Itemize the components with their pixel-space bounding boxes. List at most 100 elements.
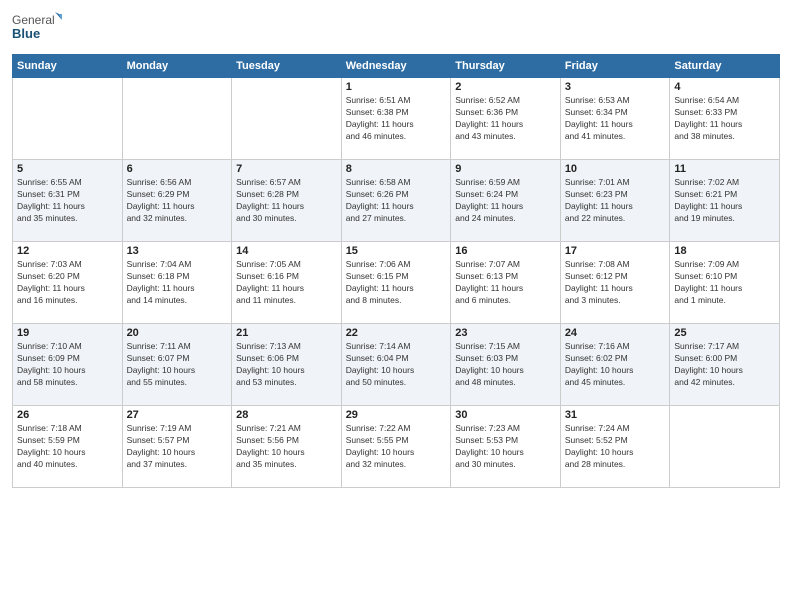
- day-number: 23: [455, 327, 556, 339]
- day-number: 28: [236, 409, 337, 421]
- calendar-cell: 19Sunrise: 7:10 AM Sunset: 6:09 PM Dayli…: [13, 324, 123, 406]
- calendar-cell: 22Sunrise: 7:14 AM Sunset: 6:04 PM Dayli…: [341, 324, 451, 406]
- day-number: 18: [674, 245, 775, 257]
- svg-text:Blue: Blue: [12, 26, 40, 41]
- calendar-cell: [670, 406, 780, 488]
- day-info: Sunrise: 7:03 AM Sunset: 6:20 PM Dayligh…: [17, 259, 118, 307]
- calendar-cell: 1Sunrise: 6:51 AM Sunset: 6:38 PM Daylig…: [341, 78, 451, 160]
- day-info: Sunrise: 7:11 AM Sunset: 6:07 PM Dayligh…: [127, 341, 228, 389]
- calendar-cell: 23 Sunrise: 7:15 AM Sunset: 6:03 PM Dayli…: [451, 324, 561, 406]
- calendar-header-tuesday: Tuesday: [232, 55, 342, 78]
- day-number: 6: [127, 163, 228, 175]
- calendar-cell: 8 Sunrise: 6:58 AM Sunset: 6:26 PM Daylig…: [341, 160, 451, 242]
- day-number: 27: [127, 409, 228, 421]
- calendar-header-wednesday: Wednesday: [341, 55, 451, 78]
- day-number: 12: [17, 245, 118, 257]
- main-container: General Blue SundayMondayTuesdayWednesda…: [0, 0, 792, 612]
- day-number: 10: [565, 163, 666, 175]
- day-number: 24: [565, 327, 666, 339]
- day-number: 21: [236, 327, 337, 339]
- calendar-header-friday: Friday: [560, 55, 670, 78]
- calendar-cell: 16 Sunrise: 7:07 AM Sunset: 6:13 PM Dayli…: [451, 242, 561, 324]
- day-number: 30: [455, 409, 556, 421]
- calendar-cell: 30 Sunrise: 7:23 AM Sunset: 5:53 PM Dayli…: [451, 406, 561, 488]
- day-info: Sunrise: 7:05 AM Sunset: 6:16 PM Dayligh…: [236, 259, 337, 307]
- day-number: 25: [674, 327, 775, 339]
- calendar-week-row: 19Sunrise: 7:10 AM Sunset: 6:09 PM Dayli…: [13, 324, 780, 406]
- calendar-header-row: SundayMondayTuesdayWednesdayThursdayFrid…: [13, 55, 780, 78]
- day-info: Sunrise: 7:16 AM Sunset: 6:02 PM Dayligh…: [565, 341, 666, 389]
- day-number: 20: [127, 327, 228, 339]
- logo-svg: General Blue: [12, 10, 62, 46]
- day-number: 5: [17, 163, 118, 175]
- day-number: 3: [565, 81, 666, 93]
- day-number: 31: [565, 409, 666, 421]
- day-number: 19: [17, 327, 118, 339]
- calendar-table: SundayMondayTuesdayWednesdayThursdayFrid…: [12, 54, 780, 488]
- day-number: 2: [455, 81, 556, 93]
- day-number: 11: [674, 163, 775, 175]
- day-info: Sunrise: 7:17 AM Sunset: 6:00 PM Dayligh…: [674, 341, 775, 389]
- calendar-cell: 28Sunrise: 7:21 AM Sunset: 5:56 PM Dayli…: [232, 406, 342, 488]
- day-info: Sunrise: 6:56 AM Sunset: 6:29 PM Dayligh…: [127, 177, 228, 225]
- day-info: Sunrise: 7:08 AM Sunset: 6:12 PM Dayligh…: [565, 259, 666, 307]
- calendar-cell: 17 Sunrise: 7:08 AM Sunset: 6:12 PM Dayli…: [560, 242, 670, 324]
- day-info: Sunrise: 6:52 AM Sunset: 6:36 PM Dayligh…: [455, 95, 556, 143]
- day-info: Sunrise: 7:22 AM Sunset: 5:55 PM Dayligh…: [346, 423, 447, 471]
- calendar-cell: [232, 78, 342, 160]
- calendar-cell: 31 Sunrise: 7:24 AM Sunset: 5:52 PM Dayli…: [560, 406, 670, 488]
- day-number: 16: [455, 245, 556, 257]
- day-info: Sunrise: 7:23 AM Sunset: 5:53 PM Dayligh…: [455, 423, 556, 471]
- calendar-header-sunday: Sunday: [13, 55, 123, 78]
- calendar-header-thursday: Thursday: [451, 55, 561, 78]
- calendar-cell: 3Sunrise: 6:53 AM Sunset: 6:34 PM Daylig…: [560, 78, 670, 160]
- day-number: 29: [346, 409, 447, 421]
- day-info: Sunrise: 7:04 AM Sunset: 6:18 PM Dayligh…: [127, 259, 228, 307]
- calendar-cell: 12 Sunrise: 7:03 AM Sunset: 6:20 PM Dayli…: [13, 242, 123, 324]
- day-info: Sunrise: 6:51 AM Sunset: 6:38 PM Dayligh…: [346, 95, 447, 143]
- day-info: Sunrise: 7:09 AM Sunset: 6:10 PM Dayligh…: [674, 259, 775, 307]
- calendar-week-row: 26Sunrise: 7:18 AM Sunset: 5:59 PM Dayli…: [13, 406, 780, 488]
- day-info: Sunrise: 7:02 AM Sunset: 6:21 PM Dayligh…: [674, 177, 775, 225]
- day-info: Sunrise: 7:24 AM Sunset: 5:52 PM Dayligh…: [565, 423, 666, 471]
- calendar-cell: 26Sunrise: 7:18 AM Sunset: 5:59 PM Dayli…: [13, 406, 123, 488]
- calendar-week-row: 12 Sunrise: 7:03 AM Sunset: 6:20 PM Dayli…: [13, 242, 780, 324]
- calendar-cell: 18 Sunrise: 7:09 AM Sunset: 6:10 PM Dayli…: [670, 242, 780, 324]
- day-info: Sunrise: 6:57 AM Sunset: 6:28 PM Dayligh…: [236, 177, 337, 225]
- day-number: 8: [346, 163, 447, 175]
- calendar-cell: 2 Sunrise: 6:52 AM Sunset: 6:36 PM Daylig…: [451, 78, 561, 160]
- calendar-cell: 7Sunrise: 6:57 AM Sunset: 6:28 PM Daylig…: [232, 160, 342, 242]
- logo: General Blue: [12, 10, 62, 46]
- calendar-cell: 4 Sunrise: 6:54 AM Sunset: 6:33 PM Daylig…: [670, 78, 780, 160]
- day-number: 13: [127, 245, 228, 257]
- calendar-week-row: 5 Sunrise: 6:55 AM Sunset: 6:31 PM Daylig…: [13, 160, 780, 242]
- day-number: 4: [674, 81, 775, 93]
- day-number: 17: [565, 245, 666, 257]
- calendar-cell: 24 Sunrise: 7:16 AM Sunset: 6:02 PM Dayli…: [560, 324, 670, 406]
- day-info: Sunrise: 7:06 AM Sunset: 6:15 PM Dayligh…: [346, 259, 447, 307]
- calendar-cell: 9 Sunrise: 6:59 AM Sunset: 6:24 PM Daylig…: [451, 160, 561, 242]
- day-info: Sunrise: 7:19 AM Sunset: 5:57 PM Dayligh…: [127, 423, 228, 471]
- calendar-cell: 11 Sunrise: 7:02 AM Sunset: 6:21 PM Dayli…: [670, 160, 780, 242]
- day-info: Sunrise: 7:14 AM Sunset: 6:04 PM Dayligh…: [346, 341, 447, 389]
- calendar-cell: 6 Sunrise: 6:56 AM Sunset: 6:29 PM Daylig…: [122, 160, 232, 242]
- day-info: Sunrise: 6:54 AM Sunset: 6:33 PM Dayligh…: [674, 95, 775, 143]
- day-info: Sunrise: 6:59 AM Sunset: 6:24 PM Dayligh…: [455, 177, 556, 225]
- calendar-header-saturday: Saturday: [670, 55, 780, 78]
- day-info: Sunrise: 6:58 AM Sunset: 6:26 PM Dayligh…: [346, 177, 447, 225]
- day-info: Sunrise: 7:13 AM Sunset: 6:06 PM Dayligh…: [236, 341, 337, 389]
- calendar-cell: 27 Sunrise: 7:19 AM Sunset: 5:57 PM Dayli…: [122, 406, 232, 488]
- day-number: 14: [236, 245, 337, 257]
- day-info: Sunrise: 7:07 AM Sunset: 6:13 PM Dayligh…: [455, 259, 556, 307]
- calendar-cell: 29 Sunrise: 7:22 AM Sunset: 5:55 PM Dayli…: [341, 406, 451, 488]
- calendar-cell: 25 Sunrise: 7:17 AM Sunset: 6:00 PM Dayli…: [670, 324, 780, 406]
- day-number: 9: [455, 163, 556, 175]
- calendar-cell: 13 Sunrise: 7:04 AM Sunset: 6:18 PM Dayli…: [122, 242, 232, 324]
- calendar-cell: 14 Sunrise: 7:05 AM Sunset: 6:16 PM Dayli…: [232, 242, 342, 324]
- day-number: 15: [346, 245, 447, 257]
- day-info: Sunrise: 7:15 AM Sunset: 6:03 PM Dayligh…: [455, 341, 556, 389]
- day-info: Sunrise: 6:55 AM Sunset: 6:31 PM Dayligh…: [17, 177, 118, 225]
- calendar-week-row: 1Sunrise: 6:51 AM Sunset: 6:38 PM Daylig…: [13, 78, 780, 160]
- day-number: 26: [17, 409, 118, 421]
- calendar-cell: 15 Sunrise: 7:06 AM Sunset: 6:15 PM Dayli…: [341, 242, 451, 324]
